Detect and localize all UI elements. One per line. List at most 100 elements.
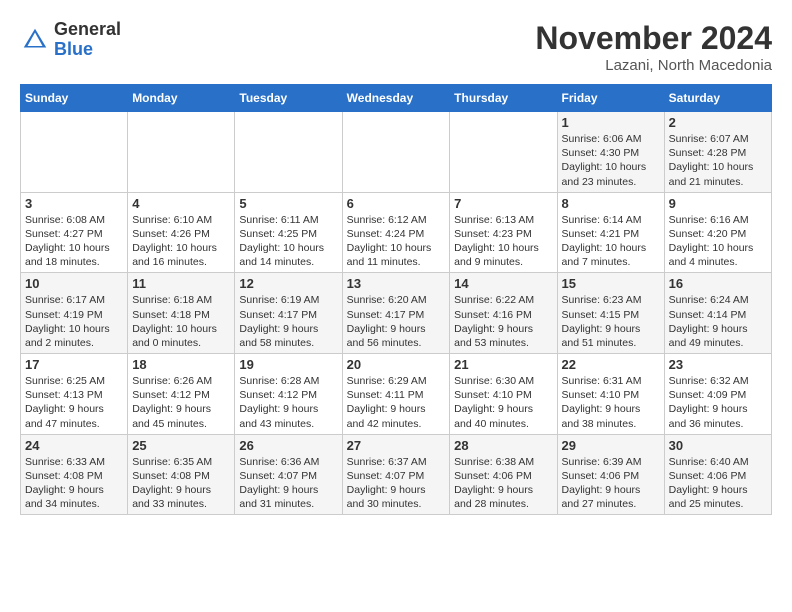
weekday-header-friday: Friday <box>557 85 664 112</box>
day-number: 30 <box>669 438 767 453</box>
day-info: Sunrise: 6:33 AM Sunset: 4:08 PM Dayligh… <box>25 455 123 512</box>
day-number: 15 <box>562 276 660 291</box>
calendar-cell: 30 Sunrise: 6:40 AM Sunset: 4:06 PM Dayli… <box>664 434 771 515</box>
day-info: Sunrise: 6:38 AM Sunset: 4:06 PM Dayligh… <box>454 455 552 512</box>
calendar-cell: 3 Sunrise: 6:08 AM Sunset: 4:27 PM Daylig… <box>21 192 128 273</box>
page-header: General Blue November 2024 Lazani, North… <box>20 20 772 74</box>
calendar-cell: 4 Sunrise: 6:10 AM Sunset: 4:26 PM Daylig… <box>128 192 235 273</box>
day-info: Sunrise: 6:14 AM Sunset: 4:21 PM Dayligh… <box>562 213 660 270</box>
day-number: 12 <box>239 276 337 291</box>
weekday-header-saturday: Saturday <box>664 85 771 112</box>
day-info: Sunrise: 6:07 AM Sunset: 4:28 PM Dayligh… <box>669 132 767 189</box>
day-number: 26 <box>239 438 337 453</box>
week-row-5: 24 Sunrise: 6:33 AM Sunset: 4:08 PM Dayli… <box>21 434 772 515</box>
day-number: 20 <box>347 357 446 372</box>
day-info: Sunrise: 6:19 AM Sunset: 4:17 PM Dayligh… <box>239 293 337 350</box>
day-number: 4 <box>132 196 230 211</box>
day-number: 6 <box>347 196 446 211</box>
day-number: 29 <box>562 438 660 453</box>
calendar-cell: 5 Sunrise: 6:11 AM Sunset: 4:25 PM Daylig… <box>235 192 342 273</box>
day-info: Sunrise: 6:29 AM Sunset: 4:11 PM Dayligh… <box>347 374 446 431</box>
calendar-cell: 22Sunrise: 6:31 AM Sunset: 4:10 PM Dayli… <box>557 354 664 435</box>
calendar-cell: 17 Sunrise: 6:25 AM Sunset: 4:13 PM Dayli… <box>21 354 128 435</box>
calendar-cell <box>450 112 557 193</box>
day-info: Sunrise: 6:08 AM Sunset: 4:27 PM Dayligh… <box>25 213 123 270</box>
week-row-3: 10 Sunrise: 6:17 AM Sunset: 4:19 PM Dayli… <box>21 273 772 354</box>
week-row-2: 3 Sunrise: 6:08 AM Sunset: 4:27 PM Daylig… <box>21 192 772 273</box>
day-info: Sunrise: 6:40 AM Sunset: 4:06 PM Dayligh… <box>669 455 767 512</box>
calendar-cell: 29 Sunrise: 6:39 AM Sunset: 4:06 PM Dayli… <box>557 434 664 515</box>
month-title: November 2024 <box>535 20 772 57</box>
day-number: 14 <box>454 276 552 291</box>
calendar-cell: 27 Sunrise: 6:37 AM Sunset: 4:07 PM Dayli… <box>342 434 450 515</box>
day-number: 13 <box>347 276 446 291</box>
logo: General Blue <box>20 20 121 60</box>
day-info: Sunrise: 6:20 AM Sunset: 4:17 PM Dayligh… <box>347 293 446 350</box>
weekday-header-monday: Monday <box>128 85 235 112</box>
calendar-cell: 15 Sunrise: 6:23 AM Sunset: 4:15 PM Dayli… <box>557 273 664 354</box>
calendar-cell: 8Sunrise: 6:14 AM Sunset: 4:21 PM Daylig… <box>557 192 664 273</box>
day-number: 7 <box>454 196 552 211</box>
calendar-cell: 7Sunrise: 6:13 AM Sunset: 4:23 PM Daylig… <box>450 192 557 273</box>
calendar-cell: 9 Sunrise: 6:16 AM Sunset: 4:20 PM Daylig… <box>664 192 771 273</box>
calendar-cell <box>235 112 342 193</box>
calendar-cell <box>342 112 450 193</box>
day-number: 10 <box>25 276 123 291</box>
day-info: Sunrise: 6:28 AM Sunset: 4:12 PM Dayligh… <box>239 374 337 431</box>
title-area: November 2024 Lazani, North Macedonia <box>535 20 772 74</box>
calendar-cell <box>21 112 128 193</box>
day-info: Sunrise: 6:12 AM Sunset: 4:24 PM Dayligh… <box>347 213 446 270</box>
day-number: 1 <box>562 115 660 130</box>
calendar-cell: 20 Sunrise: 6:29 AM Sunset: 4:11 PM Dayli… <box>342 354 450 435</box>
day-number: 18 <box>132 357 230 372</box>
calendar-cell: 14 Sunrise: 6:22 AM Sunset: 4:16 PM Dayli… <box>450 273 557 354</box>
day-number: 2 <box>669 115 767 130</box>
calendar-cell: 11 Sunrise: 6:18 AM Sunset: 4:18 PM Dayli… <box>128 273 235 354</box>
day-info: Sunrise: 6:11 AM Sunset: 4:25 PM Dayligh… <box>239 213 337 270</box>
day-info: Sunrise: 6:30 AM Sunset: 4:10 PM Dayligh… <box>454 374 552 431</box>
day-info: Sunrise: 6:31 AM Sunset: 4:10 PM Dayligh… <box>562 374 660 431</box>
day-info: Sunrise: 6:23 AM Sunset: 4:15 PM Dayligh… <box>562 293 660 350</box>
calendar-cell: 12 Sunrise: 6:19 AM Sunset: 4:17 PM Dayli… <box>235 273 342 354</box>
day-number: 3 <box>25 196 123 211</box>
calendar-cell: 18Sunrise: 6:26 AM Sunset: 4:12 PM Dayli… <box>128 354 235 435</box>
calendar-cell: 28 Sunrise: 6:38 AM Sunset: 4:06 PM Dayli… <box>450 434 557 515</box>
day-number: 23 <box>669 357 767 372</box>
day-info: Sunrise: 6:36 AM Sunset: 4:07 PM Dayligh… <box>239 455 337 512</box>
calendar-cell <box>128 112 235 193</box>
day-info: Sunrise: 6:10 AM Sunset: 4:26 PM Dayligh… <box>132 213 230 270</box>
day-info: Sunrise: 6:16 AM Sunset: 4:20 PM Dayligh… <box>669 213 767 270</box>
day-number: 11 <box>132 276 230 291</box>
day-info: Sunrise: 6:37 AM Sunset: 4:07 PM Dayligh… <box>347 455 446 512</box>
weekday-header-sunday: Sunday <box>21 85 128 112</box>
day-number: 5 <box>239 196 337 211</box>
calendar-cell: 2 Sunrise: 6:07 AM Sunset: 4:28 PM Daylig… <box>664 112 771 193</box>
day-info: Sunrise: 6:24 AM Sunset: 4:14 PM Dayligh… <box>669 293 767 350</box>
calendar-cell: 10 Sunrise: 6:17 AM Sunset: 4:19 PM Dayli… <box>21 273 128 354</box>
location: Lazani, North Macedonia <box>535 57 772 74</box>
day-number: 9 <box>669 196 767 211</box>
logo-icon <box>20 25 50 55</box>
week-row-4: 17 Sunrise: 6:25 AM Sunset: 4:13 PM Dayli… <box>21 354 772 435</box>
day-number: 24 <box>25 438 123 453</box>
day-info: Sunrise: 6:22 AM Sunset: 4:16 PM Dayligh… <box>454 293 552 350</box>
calendar-cell: 6 Sunrise: 6:12 AM Sunset: 4:24 PM Daylig… <box>342 192 450 273</box>
logo-text: General Blue <box>54 20 121 60</box>
day-info: Sunrise: 6:25 AM Sunset: 4:13 PM Dayligh… <box>25 374 123 431</box>
day-info: Sunrise: 6:39 AM Sunset: 4:06 PM Dayligh… <box>562 455 660 512</box>
calendar-cell: 16Sunrise: 6:24 AM Sunset: 4:14 PM Dayli… <box>664 273 771 354</box>
day-info: Sunrise: 6:17 AM Sunset: 4:19 PM Dayligh… <box>25 293 123 350</box>
logo-general: General <box>54 19 121 39</box>
calendar-cell: 26 Sunrise: 6:36 AM Sunset: 4:07 PM Dayli… <box>235 434 342 515</box>
day-number: 28 <box>454 438 552 453</box>
calendar-cell: 13 Sunrise: 6:20 AM Sunset: 4:17 PM Dayli… <box>342 273 450 354</box>
day-number: 17 <box>25 357 123 372</box>
calendar-cell: 23Sunrise: 6:32 AM Sunset: 4:09 PM Dayli… <box>664 354 771 435</box>
calendar-cell: 21 Sunrise: 6:30 AM Sunset: 4:10 PM Dayli… <box>450 354 557 435</box>
calendar-cell: 1Sunrise: 6:06 AM Sunset: 4:30 PM Daylig… <box>557 112 664 193</box>
day-number: 27 <box>347 438 446 453</box>
day-info: Sunrise: 6:18 AM Sunset: 4:18 PM Dayligh… <box>132 293 230 350</box>
calendar-cell: 24 Sunrise: 6:33 AM Sunset: 4:08 PM Dayli… <box>21 434 128 515</box>
weekday-header-thursday: Thursday <box>450 85 557 112</box>
day-number: 21 <box>454 357 552 372</box>
